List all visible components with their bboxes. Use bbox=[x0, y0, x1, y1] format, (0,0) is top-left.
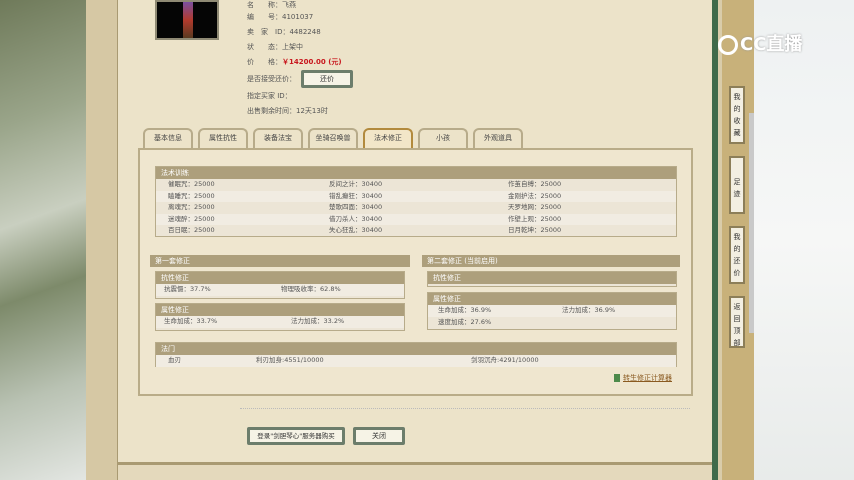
set1-resist: 抗性修正 抗震慑：37.7% 物理吸收率：62.8% bbox=[155, 271, 405, 299]
seller-field: 卖 家 ID：4482248 bbox=[247, 28, 321, 36]
fa-stat: 利刃加身:4551/10000 bbox=[256, 356, 324, 364]
tab-attributes[interactable]: 属性抗性 bbox=[198, 128, 248, 148]
nav-favorites[interactable]: 我的收藏 bbox=[729, 86, 745, 144]
tab-equipment[interactable]: 装备法宝 bbox=[253, 128, 303, 148]
nav-my-bargains[interactable]: 我的还价 bbox=[729, 226, 745, 284]
name-value: 飞燕 bbox=[282, 1, 296, 9]
fa-name: 血刃 bbox=[168, 356, 181, 364]
table-row: 离魂咒：25000 楚歌四面：30400 天罗地网：25000 bbox=[156, 202, 676, 214]
table-cell: 百日眠：25000 bbox=[168, 226, 215, 234]
cc-live-logo: CC直播 bbox=[718, 30, 802, 56]
stat: 生命加成：33.7% bbox=[164, 317, 218, 325]
buyer-field: 指定买家 ID： bbox=[247, 92, 292, 100]
cc-logo-icon bbox=[718, 35, 738, 55]
bargain-button[interactable]: 还价 bbox=[301, 70, 353, 88]
fa-section: 法门 血刃 利刃加身:4551/10000 剑羽沉舟:4291/10000 bbox=[155, 342, 677, 367]
table-cell: 错乱癫狂：30400 bbox=[329, 191, 383, 200]
tab-appearance[interactable]: 外观道具 bbox=[473, 128, 523, 148]
table-cell: 楚歌四面：30400 bbox=[329, 203, 383, 211]
stat: 速度加成：27.6% bbox=[438, 317, 492, 326]
table-cell: 催眠咒：25000 bbox=[168, 180, 215, 188]
table-cell: 瞌睡咒：25000 bbox=[168, 191, 215, 200]
section-title: 法门 bbox=[156, 343, 676, 355]
table-cell: 离魂咒：25000 bbox=[168, 203, 215, 211]
stat: 抗震慑：37.7% bbox=[164, 285, 211, 293]
divider bbox=[240, 408, 690, 409]
stat: 物理吸收率：62.8% bbox=[281, 285, 341, 293]
section-title: 属性修正 bbox=[428, 293, 676, 305]
background-landscape bbox=[0, 0, 86, 480]
table-cell: 作壁上观：25000 bbox=[508, 214, 562, 223]
section-title: 属性修正 bbox=[156, 304, 404, 316]
login-buy-button[interactable]: 登录"剑胆琴心"服务器购买 bbox=[247, 427, 345, 445]
tab-mounts-pets[interactable]: 坐骑召唤兽 bbox=[308, 128, 358, 148]
table-cell: 借刀杀人：30400 bbox=[329, 214, 383, 223]
section-title: 抗性修正 bbox=[428, 272, 676, 284]
table-row: 催眠咒：25000 反间之计：30400 作茧自缚：25000 bbox=[156, 179, 676, 191]
set2-resist: 抗性修正 bbox=[427, 271, 677, 287]
calc-link[interactable]: 转生修正计算器 bbox=[614, 373, 672, 383]
scrollbar[interactable] bbox=[749, 113, 754, 333]
stat: 法力加成：36.9% bbox=[562, 306, 616, 314]
calc-link-label: 转生修正计算器 bbox=[623, 374, 672, 382]
set1-title: 第一套修正 bbox=[150, 255, 410, 267]
close-button[interactable]: 关闭 bbox=[353, 427, 405, 445]
tab-basic-info[interactable]: 基本信息 bbox=[143, 128, 193, 148]
stat: 生命加成：36.9% bbox=[438, 306, 492, 314]
set2-title: 第二套修正 (当前启用) bbox=[422, 255, 680, 267]
table-cell: 金刚护法：25000 bbox=[508, 191, 562, 200]
table-cell: 反间之计：30400 bbox=[329, 180, 383, 188]
table-cell: 作茧自缚：25000 bbox=[508, 180, 562, 188]
tab-spell-correction[interactable]: 法术修正 bbox=[363, 128, 413, 148]
stat: 法力加成：33.2% bbox=[291, 317, 345, 325]
nav-back-to-top[interactable]: 返回顶部 bbox=[729, 296, 745, 348]
table-cell: 日月乾坤：25000 bbox=[508, 226, 562, 234]
spell-training-section: 法术训练 催眠咒：25000 反间之计：30400 作茧自缚：25000 瞌睡咒：25… bbox=[155, 166, 677, 237]
name-field: 名 称：飞燕 bbox=[247, 1, 296, 10]
table-cell: 失心狂乱：30400 bbox=[329, 226, 383, 234]
background-right bbox=[752, 0, 854, 480]
section-title: 法术训练 bbox=[156, 167, 676, 179]
time-field: 出售剩余时间：12天13时 bbox=[247, 107, 328, 115]
status-field: 状 态：上架中 bbox=[247, 43, 303, 51]
table-row: 迷魂醉：25000 借刀杀人：30400 作壁上观：25000 bbox=[156, 213, 676, 225]
bargain-label: 是否接受还价： bbox=[247, 75, 296, 83]
nav-footprints[interactable]: 足迹 bbox=[729, 156, 745, 214]
id-field: 编 号：4101037 bbox=[247, 13, 314, 21]
price-field: 价 格：￥14200.00 (元) bbox=[247, 58, 342, 66]
section-title: 抗性修正 bbox=[156, 272, 404, 284]
table-cell: 迷魂醉：25000 bbox=[168, 214, 215, 223]
fa-stat: 剑羽沉舟:4291/10000 bbox=[471, 356, 539, 364]
tab-child[interactable]: 小孩 bbox=[418, 128, 468, 148]
character-image bbox=[155, 0, 219, 40]
left-frame bbox=[86, 0, 120, 480]
calculator-icon bbox=[614, 374, 620, 382]
name-label: 名 称： bbox=[247, 1, 282, 9]
bottom-frame bbox=[118, 462, 712, 480]
set1-attr: 属性修正 生命加成：33.7% 法力加成：33.2% bbox=[155, 303, 405, 331]
set2-attr: 属性修正 生命加成：36.9% 法力加成：36.9% 速度加成：27.6% bbox=[427, 292, 677, 330]
table-row: 百日眠：25000 失心狂乱：30400 日月乾坤：25000 bbox=[156, 225, 676, 237]
table-cell: 天罗地网：25000 bbox=[508, 203, 562, 211]
table-row: 瞌睡咒：25000 错乱癫狂：30400 金刚护法：25000 bbox=[156, 190, 676, 202]
